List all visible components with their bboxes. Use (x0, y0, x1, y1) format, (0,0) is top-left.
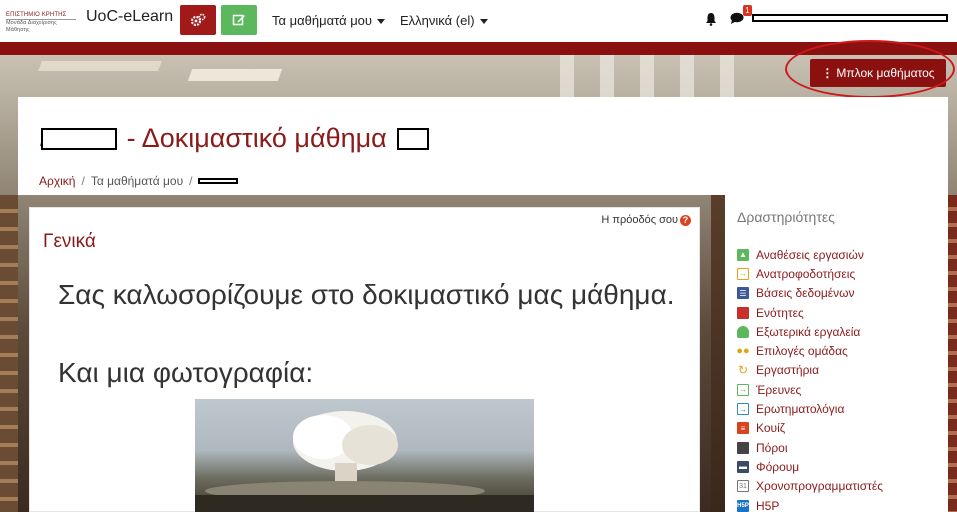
activity-item-feedback[interactable]: → Ανατροφοδοτήσεις (737, 264, 883, 283)
admin-settings-button[interactable] (180, 5, 216, 35)
activity-item-databases[interactable]: ☰ Βάσεις δεδομένων (737, 284, 883, 303)
activity-label: Εξωτερικά εργαλεία (756, 324, 861, 339)
activity-label: Ανατροφοδοτήσεις (756, 266, 856, 281)
activity-item-questionnaires[interactable]: → Ερωτηματολόγια (737, 399, 883, 418)
banner-window (680, 55, 694, 100)
activity-label: Ενότητες (756, 305, 804, 320)
banner-bookshelf (0, 195, 18, 512)
chevron-down-icon (377, 19, 386, 25)
redacted-course-suffix (396, 127, 429, 150)
activity-item-quiz[interactable]: ≡ Κουίζ (737, 419, 883, 438)
puzzle-icon (737, 325, 749, 338)
banner-window (640, 55, 654, 100)
activity-label: Αναθέσεις εργασιών (756, 247, 864, 262)
database-icon: ☰ (737, 287, 749, 300)
my-courses-menu[interactable]: Τα μαθήματά μου (272, 13, 386, 28)
activity-item-workshops[interactable]: ↻ Εργαστήρια (737, 361, 883, 380)
book-icon (737, 306, 749, 319)
breadcrumb-separator: / (189, 174, 193, 188)
redacted-course-code (40, 127, 117, 150)
banner-bookshelf (948, 195, 957, 512)
welcome-text: Σας καλωσορίζουμε στο δοκιμαστικό μας μά… (58, 279, 675, 310)
activity-label: Εργαστήρια (756, 363, 820, 378)
activity-item-group-choice[interactable]: ●● Επιλογές ομάδας (736, 341, 883, 360)
banner-ceiling-light (187, 69, 283, 81)
activity-label: Ερωτηματολόγια (756, 402, 845, 417)
top-navbar: ΕΠΙΣΤΗΜΙΟ ΚΡΗΤΗΣ Μονάδα Διαχείρισης Μάθη… (0, 0, 957, 42)
activity-label: Έρευνες (756, 382, 802, 397)
help-icon[interactable]: ? (680, 214, 691, 226)
breadcrumb-my-courses[interactable]: Τα μαθήματά μου (91, 174, 183, 188)
assignment-icon: ▲ (737, 248, 749, 261)
activity-item-assignments[interactable]: ▲ Αναθέσεις εργασιών (737, 245, 883, 264)
gears-icon (190, 13, 206, 27)
page-title: / - Δοκιμαστικό μάθημα (40, 123, 429, 154)
resource-icon (737, 441, 749, 454)
edit-mode-button[interactable] (221, 5, 257, 35)
redacted-breadcrumb-course[interactable] (198, 178, 239, 184)
university-logo[interactable]: ΕΠΙΣΤΗΜΙΟ ΚΡΗΤΗΣ Μονάδα Διαχείρισης Μάθη… (6, 12, 76, 34)
group-icon: ●● (736, 345, 750, 358)
scheduler-icon: 31 (737, 480, 749, 493)
progress-label: Η πρόοδός σου (601, 214, 678, 226)
chat-icon (730, 12, 744, 24)
course-title: - Δοκιμαστικό μάθημα (126, 123, 387, 153)
activity-label: Κουίζ (756, 421, 786, 436)
workshop-icon: ↻ (737, 363, 749, 378)
chevron-down-icon (479, 19, 488, 25)
activity-item-resources[interactable]: Πόροι (737, 438, 883, 457)
language-label: Ελληνικά (el) (400, 13, 475, 28)
activities-block: Δραστηριότητες ▲ Αναθέσεις εργασιών → Ανατ… (725, 195, 948, 512)
sidebar-gutter (711, 195, 725, 512)
banner-window (600, 55, 614, 100)
section-title[interactable]: Γενικά (43, 231, 96, 253)
breadcrumb-separator: / (81, 174, 85, 188)
activity-item-surveys[interactable]: → Έρευνες (737, 380, 883, 399)
activity-item-schedulers[interactable]: 31 Χρονοπρογραμματιστές (737, 477, 883, 496)
breadcrumb-home[interactable]: Αρχική (39, 174, 75, 188)
my-courses-label: Τα μαθήματά μου (272, 13, 373, 28)
site-brand[interactable]: UoC-eLearn (86, 8, 173, 26)
edit-icon (232, 14, 245, 26)
banner-ceiling-light (38, 61, 162, 71)
activity-item-lessons[interactable]: Ενότητες (737, 303, 883, 322)
activity-item-external-tools[interactable]: Εξωτερικά εργαλεία (737, 322, 883, 341)
activities-title: Δραστηριότητες (737, 209, 835, 225)
survey-icon: → (737, 383, 749, 396)
section-photo (195, 399, 534, 512)
activity-label: Επιλογές ομάδας (756, 344, 848, 359)
language-menu[interactable]: Ελληνικά (el) (400, 13, 488, 28)
activity-item-h5p[interactable]: H5P H5P (737, 496, 883, 512)
feedback-icon: → (737, 267, 749, 280)
activity-label: Πόροι (756, 440, 788, 455)
message-count-badge: 1 (743, 5, 752, 16)
activity-label: Φόρουμ (756, 459, 800, 474)
course-section-general: Η πρόοδός σου ? Γενικά Σας καλωσορίζουμε… (29, 207, 700, 512)
banner-window (720, 55, 734, 100)
activity-label: Χρονοπρογραμματιστές (756, 479, 884, 494)
progress-indicator: Η πρόοδός σου ? (601, 214, 691, 226)
messages-button[interactable] (730, 12, 744, 30)
logo-line1: ΕΠΙΣΤΗΜΙΟ ΚΡΗΤΗΣ (6, 12, 67, 18)
logo-line2: Μονάδα Διαχείρισης Μάθησης (6, 19, 76, 34)
highlight-annotation (785, 40, 955, 98)
activity-item-forum[interactable]: ▬ Φόρουμ (737, 457, 883, 476)
breadcrumb: Αρχική / Τα μαθήματά μου / (39, 174, 239, 188)
h5p-icon: H5P (737, 499, 749, 512)
questionnaire-icon: → (737, 403, 749, 416)
redacted-user-menu[interactable] (752, 14, 948, 22)
activity-label: Βάσεις δεδομένων (756, 286, 855, 301)
page-header: / - Δοκιμαστικό μάθημα Αρχική / Τα μαθήμ… (18, 97, 948, 195)
activities-list: ▲ Αναθέσεις εργασιών → Ανατροφοδοτήσεις ☰ Β… (736, 245, 883, 512)
banner-window (560, 55, 574, 100)
photo-caption: Και μια φωτογραφία: (58, 357, 314, 388)
activity-label: H5P (756, 498, 780, 512)
bell-icon (706, 13, 716, 26)
notifications-button[interactable] (705, 12, 717, 31)
forum-icon: ▬ (737, 460, 749, 473)
quiz-icon: ≡ (737, 422, 749, 435)
mushroom-cloud-image (195, 411, 534, 512)
